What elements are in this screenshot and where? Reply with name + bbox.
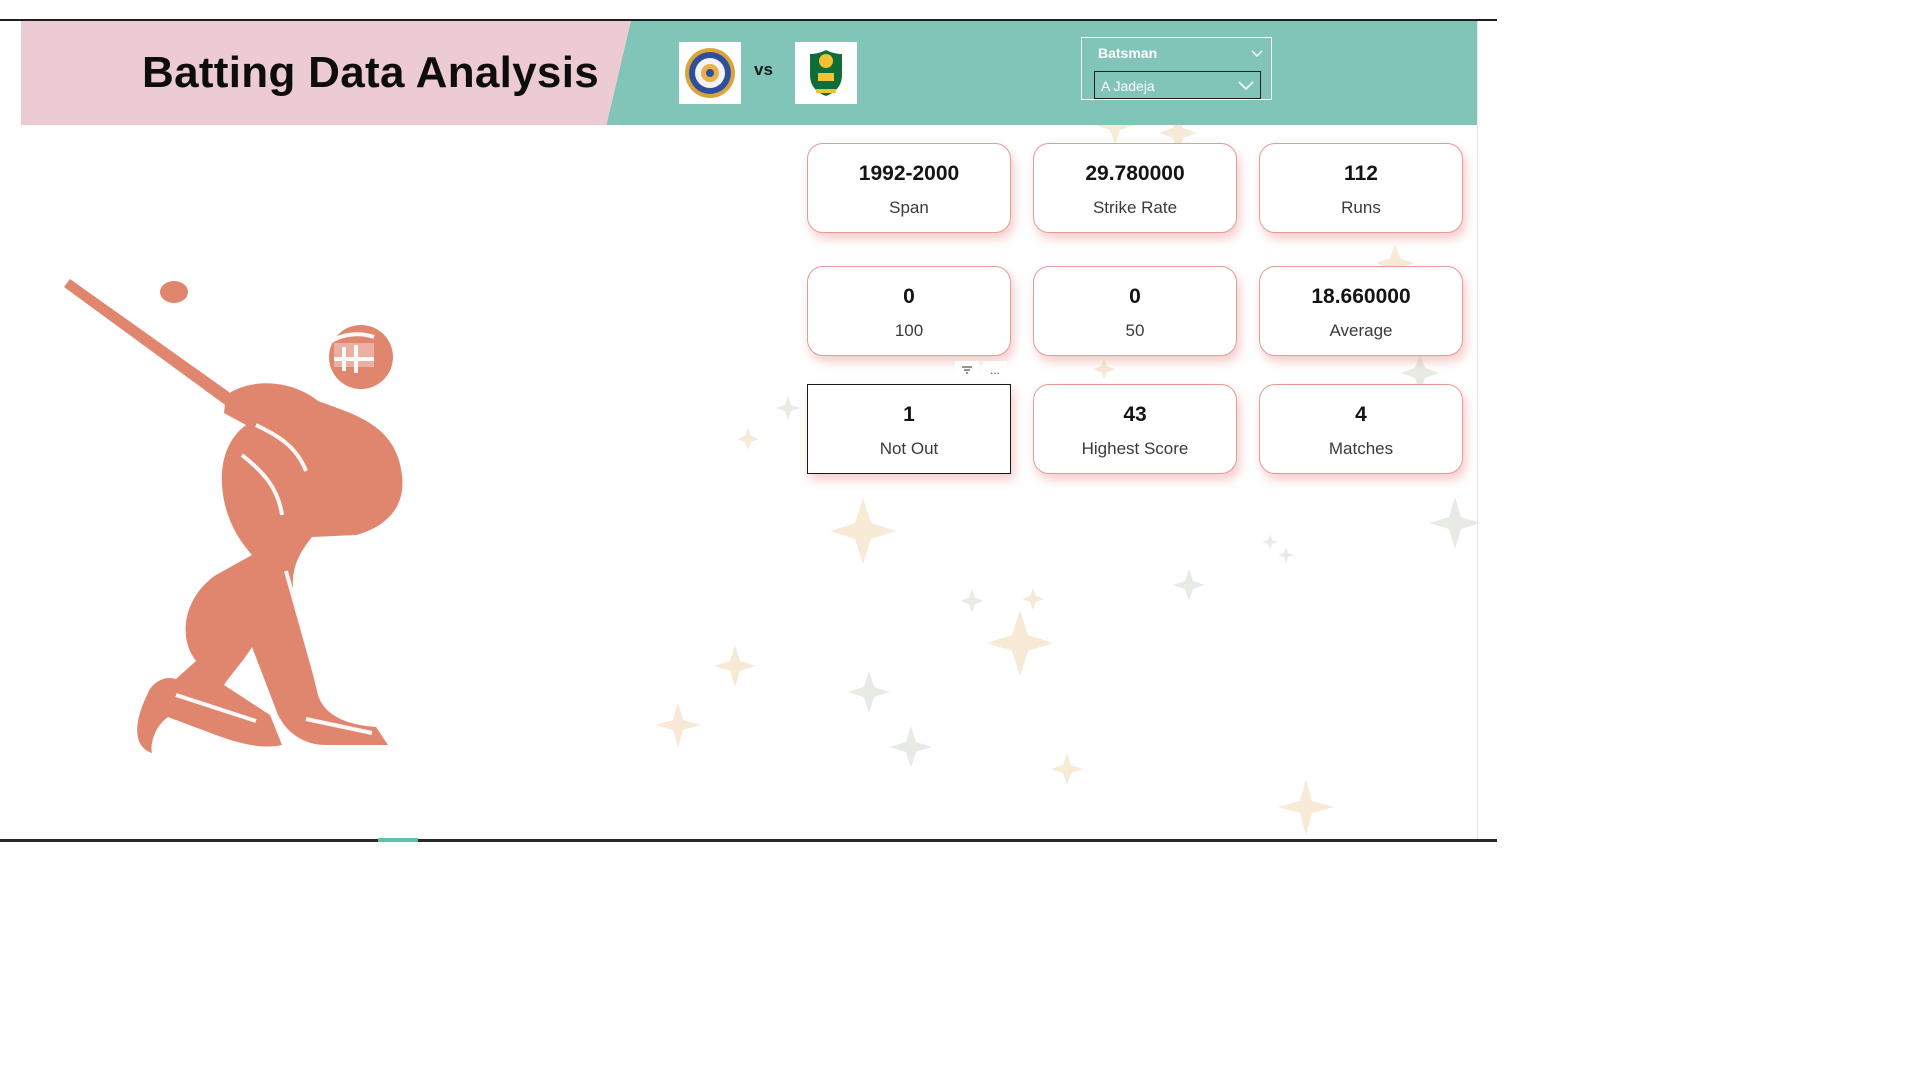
kpi-label: 50 [1125,321,1145,340]
slicer-title: Batsman [1098,45,1158,61]
dropdown-chevron-icon[interactable] [1238,78,1254,96]
india-crest-icon [679,42,741,104]
kpi-label: Strike Rate [1092,198,1178,217]
page-title: Batting Data Analysis [142,48,599,97]
more-options-icon[interactable]: ... [983,361,1007,379]
kpi-value: 4 [1355,403,1367,426]
chevron-down-icon[interactable] [1251,45,1263,63]
kpi-card-highest-score[interactable]: 43 Highest Score [1033,384,1237,474]
kpi-label: Span [889,198,929,217]
kpi-value: 1992-2000 [858,162,960,185]
kpi-value: 0 [903,285,915,308]
kpi-label: Highest Score [1081,439,1189,458]
kpi-value: 29.780000 [1085,162,1185,185]
batsman-dropdown[interactable]: A Jadeja [1094,71,1261,99]
vs-label: vs [754,60,773,79]
kpi-card-not-out[interactable]: 1 Not Out [807,384,1011,474]
filter-icon[interactable] [955,361,979,379]
batsman-slicer[interactable]: Batsman A Jadeja [1081,37,1272,100]
kpi-value: 112 [1344,162,1378,185]
kpi-label: Matches [1328,439,1394,458]
kpi-card-fifties[interactable]: 0 50 [1033,266,1237,356]
south-africa-crest-icon [795,42,857,104]
kpi-label: 100 [894,321,924,340]
kpi-value: 1 [903,403,915,426]
kpi-value: 18.660000 [1311,285,1411,308]
kpi-card-span[interactable]: 1992-2000 Span [807,143,1011,233]
kpi-card-average[interactable]: 18.660000 Average [1259,266,1463,356]
kpi-label: Average [1329,321,1393,340]
visual-header: ... [955,361,1015,379]
kpi-card-hundreds[interactable]: 0 100 [807,266,1011,356]
kpi-value: 43 [1123,403,1147,426]
kpi-value: 0 [1129,285,1141,308]
kpi-card-strike-rate[interactable]: 29.780000 Strike Rate [1033,143,1237,233]
active-page-tab-indicator[interactable] [378,838,418,842]
selected-batsman: A Jadeja [1101,78,1155,94]
window-bottom-border [0,839,1497,842]
batsman-illustration [64,279,403,753]
kpi-label: Runs [1341,198,1381,217]
kpi-label: Not Out [879,439,939,458]
kpi-card-matches[interactable]: 4 Matches [1259,384,1463,474]
kpi-card-runs[interactable]: 112 Runs [1259,143,1463,233]
